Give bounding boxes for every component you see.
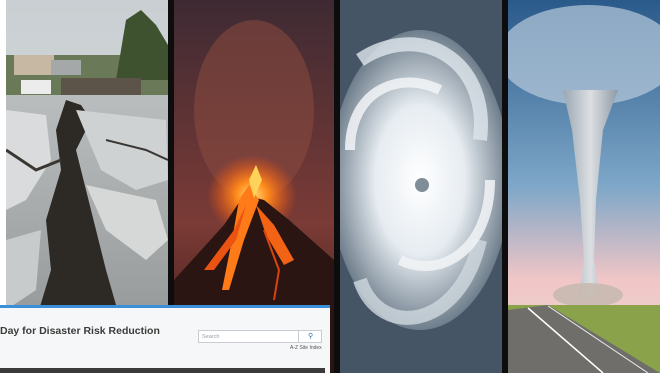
- search-input[interactable]: Search: [198, 330, 298, 343]
- tornado-photo: [508, 0, 660, 373]
- search-icon: ⚲: [308, 333, 314, 340]
- hurricane-photo: [340, 0, 502, 373]
- az-index-link[interactable]: A-Z Site Index: [290, 345, 322, 351]
- search-button[interactable]: ⚲: [298, 330, 322, 343]
- header-accent-line: [0, 305, 330, 308]
- nav-bar: [0, 368, 325, 373]
- page-title: Day for Disaster Risk Reduction: [0, 325, 160, 337]
